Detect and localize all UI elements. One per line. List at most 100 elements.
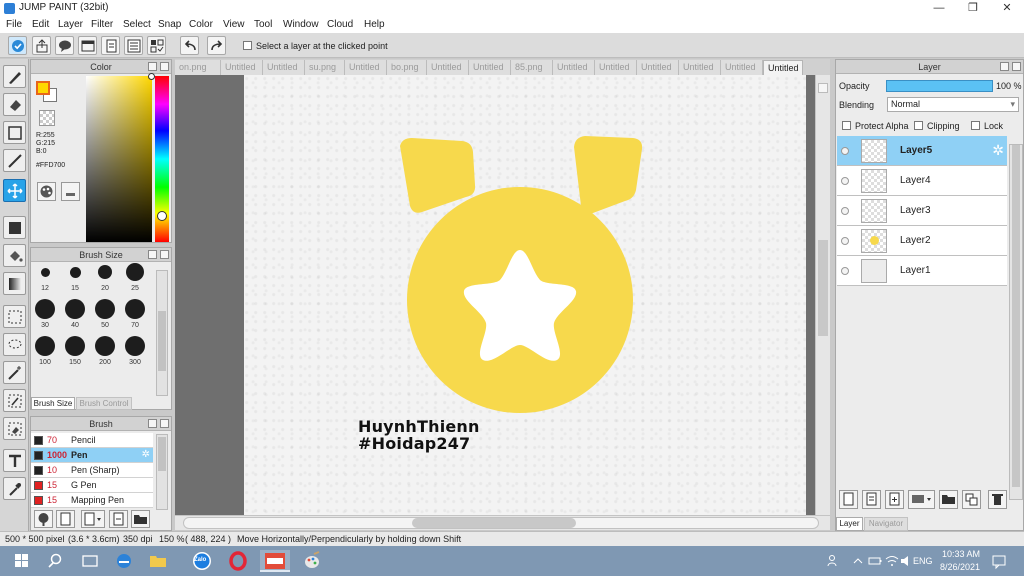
brush-size-dot[interactable] (40, 267, 50, 277)
share-button[interactable] (32, 36, 51, 55)
new-text-layer-button[interactable] (862, 490, 881, 509)
redo-button[interactable] (207, 36, 226, 55)
zalo-button[interactable]: Zalo (190, 550, 214, 572)
rectangle-tool[interactable] (3, 121, 26, 144)
new-brush-button[interactable] (56, 510, 75, 528)
brush-size-dot[interactable] (35, 299, 55, 319)
layer-row[interactable]: Layer4 (837, 166, 1007, 196)
protect-alpha-checkbox[interactable] (842, 121, 851, 130)
visibility-toggle-icon[interactable] (841, 177, 849, 185)
menu-view[interactable]: View (223, 19, 245, 30)
delete-layer-button[interactable] (988, 490, 1007, 509)
scroll-up-arrow[interactable] (818, 83, 828, 93)
document-tab[interactable]: Untitled (721, 60, 763, 75)
lasso-tool[interactable] (3, 333, 26, 356)
transparent-swatch[interactable] (39, 110, 55, 126)
undo-button[interactable] (180, 36, 199, 55)
new-layer-button[interactable] (839, 490, 858, 509)
tab-brush-control[interactable]: Brush Control (76, 397, 132, 410)
brush-size-scroll-thumb[interactable] (158, 311, 166, 371)
jump-paint-taskbar-button[interactable] (260, 550, 290, 572)
line-tool[interactable] (3, 149, 26, 172)
brush-size-dot[interactable] (95, 299, 115, 319)
panel-float-icon[interactable] (148, 62, 157, 71)
page-button[interactable] (101, 36, 120, 55)
hue-slider-handle[interactable] (157, 211, 167, 221)
menu-file[interactable]: File (6, 19, 22, 30)
minimize-button[interactable]: — (922, 0, 956, 17)
people-button[interactable] (826, 550, 842, 572)
show-hidden-icons-button[interactable] (852, 550, 864, 572)
opera-button[interactable] (226, 550, 250, 572)
document-tab[interactable]: on.png (175, 60, 221, 75)
brush-size-dot[interactable] (125, 299, 145, 319)
maximize-button[interactable]: ❐ (956, 0, 990, 17)
brush-size-dot[interactable] (98, 265, 112, 279)
menu-window[interactable]: Window (283, 19, 319, 30)
brush-list-item[interactable]: 15 Mapping Pen (31, 493, 153, 508)
vertical-scroll-thumb[interactable] (818, 240, 828, 336)
brush-size-dot[interactable] (69, 266, 81, 278)
brush-menu-button[interactable] (81, 510, 105, 528)
battery-button[interactable] (867, 550, 883, 572)
tab-navigator[interactable]: Navigator (864, 517, 908, 531)
action-center-button[interactable] (990, 550, 1008, 572)
document-tab[interactable]: Untitled (553, 60, 595, 75)
brush-size-dot[interactable] (35, 336, 55, 356)
panel-float-icon[interactable] (148, 419, 157, 428)
network-button[interactable] (884, 550, 900, 572)
layer-list-scroll-thumb[interactable] (1012, 145, 1020, 487)
visibility-toggle-icon[interactable] (841, 147, 849, 155)
visibility-toggle-icon[interactable] (841, 207, 849, 215)
panel-close-icon[interactable] (160, 62, 169, 71)
layer-row[interactable]: Layer1 (837, 256, 1007, 286)
document-tab[interactable]: Untitled (679, 60, 721, 75)
canvas-horizontal-scrollbar[interactable] (175, 515, 830, 530)
document-tab[interactable]: Untitled (221, 60, 263, 75)
brush-list-item[interactable]: 1000 Pen ✲ (31, 448, 153, 463)
document-tab[interactable]: su.png (305, 60, 345, 75)
sv-picker-handle[interactable] (148, 73, 155, 80)
document-tab[interactable]: 85.png (511, 60, 553, 75)
clock-date[interactable]: 8/26/2021 (940, 562, 980, 572)
brush-copy-button[interactable] (109, 510, 128, 528)
brush-size-dot[interactable] (65, 299, 85, 319)
text-tool[interactable] (3, 449, 26, 472)
brush-list-item[interactable]: 70 Pencil (31, 433, 153, 448)
document-tab[interactable]: Untitled (637, 60, 679, 75)
menu-filter[interactable]: Filter (91, 19, 113, 30)
rect-select-tool[interactable] (3, 305, 26, 328)
panel-button[interactable] (78, 36, 97, 55)
edge-button[interactable] (112, 550, 136, 572)
brush-list-item[interactable]: 15 G Pen (31, 478, 153, 493)
brush-list-scrollbar[interactable] (156, 434, 168, 510)
brush-tree-button[interactable] (34, 510, 53, 528)
panel-close-icon[interactable] (160, 419, 169, 428)
saturation-value-picker[interactable] (86, 76, 152, 242)
menu-select[interactable]: Select (123, 19, 151, 30)
gear-icon[interactable]: ✲ (992, 142, 1004, 159)
menu-cloud[interactable]: Cloud (327, 19, 353, 30)
panel-close-icon[interactable] (160, 250, 169, 259)
color-set-button[interactable] (61, 182, 80, 201)
layer-menu-button[interactable] (908, 490, 935, 509)
menu-help[interactable]: Help (364, 19, 385, 30)
lock-checkbox[interactable] (971, 121, 980, 130)
sync-button[interactable] (8, 36, 27, 55)
layer-row[interactable]: Layer3 (837, 196, 1007, 226)
visibility-toggle-icon[interactable] (841, 237, 849, 245)
palette-button[interactable] (37, 182, 56, 201)
select-layer-checkbox[interactable] (243, 41, 252, 50)
layer-row[interactable]: Layer2 (837, 226, 1007, 256)
duplicate-layer-button[interactable] (885, 490, 904, 509)
opacity-slider[interactable] (886, 80, 993, 92)
merge-layer-button[interactable] (962, 490, 981, 509)
list-button[interactable] (124, 36, 143, 55)
grid-button[interactable] (147, 36, 166, 55)
panel-float-icon[interactable] (1000, 62, 1009, 71)
document-tab[interactable]: Untitled (427, 60, 469, 75)
select-eraser-tool[interactable] (3, 417, 26, 440)
layer-row[interactable]: Layer5 ✲ (837, 136, 1007, 166)
canvas-vertical-scrollbar[interactable] (815, 75, 830, 515)
canvas-area[interactable]: HuynhThienn #Hoidap247 (175, 75, 830, 515)
